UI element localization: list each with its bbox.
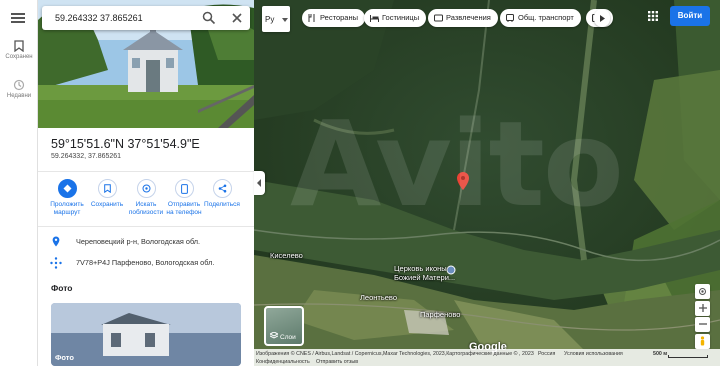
hotel-icon (370, 15, 379, 22)
region-text: Череповецкий р-н, Вологодская обл. (76, 237, 201, 246)
search-icon[interactable] (202, 11, 216, 25)
directions-button[interactable]: Проложить маршрут (47, 179, 87, 217)
my-location-icon (699, 288, 706, 295)
chip-restaurants-label: Рестораны (320, 13, 358, 22)
chevron-right-icon (600, 15, 605, 22)
map-label-kiselevo[interactable]: Киселево (270, 251, 303, 260)
divider (38, 171, 254, 172)
scale-label[interactable]: 500 м (653, 351, 667, 357)
chips-scroll-right[interactable] (594, 9, 610, 27)
share-button[interactable]: Поделиться (202, 179, 242, 209)
history-icon (13, 79, 25, 91)
photo-thumbnail[interactable]: Фото (51, 303, 241, 366)
search-input[interactable]: 59.264332 37.865261 (55, 13, 143, 23)
map-label-church-line2[interactable]: Божией Матери... (394, 273, 455, 282)
map-label-church-line1[interactable]: Церковь иконы (394, 264, 447, 273)
menu-icon[interactable] (11, 13, 25, 23)
chip-hotels-label: Гостиницы (382, 13, 420, 22)
share-label: Поделиться (204, 201, 240, 208)
nearby-button[interactable]: Искать поблизости (126, 179, 166, 217)
bookmark-icon (103, 184, 111, 193)
my-location-button[interactable] (695, 284, 710, 299)
left-rail: Сохранен Недавни (0, 0, 38, 366)
apps-grid-icon[interactable] (648, 11, 658, 21)
pluscode-text: 7V78+P4J Парфеново, Вологодская обл. (76, 258, 215, 267)
nearby-label: Искать поблизости (128, 201, 164, 216)
plus-code-icon (50, 257, 62, 269)
chip-transit-label: Общ. транспорт (518, 13, 574, 22)
chip-hotels[interactable]: Гостиницы (364, 9, 427, 27)
map-label-parfenovo[interactable]: Парфеново (420, 310, 460, 319)
country-link[interactable]: Россия (538, 351, 555, 357)
close-icon[interactable] (230, 11, 244, 25)
saved-rail-item[interactable]: Сохранен (0, 40, 38, 60)
signin-button[interactable]: Войти (670, 6, 710, 26)
chevron-down-icon (282, 18, 288, 22)
divider (38, 226, 254, 227)
chip-restaurants[interactable]: Рестораны (302, 9, 365, 27)
language-value: Ру (265, 15, 275, 24)
map-canvas[interactable]: Avito Киселево Церковь иконы Божией Мате… (254, 0, 720, 366)
pegman-button[interactable] (695, 334, 710, 349)
plus-icon (698, 304, 707, 312)
chip-entertainment-label: Развлечения (446, 13, 491, 22)
terms-link[interactable]: Условия использования (564, 351, 623, 357)
bookmark-icon (14, 40, 24, 52)
map-label-leontievo[interactable]: Леонтьево (360, 293, 397, 302)
photos-heading: Фото (51, 283, 73, 293)
phone-icon (180, 184, 188, 194)
share-icon (218, 184, 226, 193)
chip-entertainment[interactable]: Развлечения (428, 9, 498, 27)
location-pin-icon (52, 236, 60, 247)
save-button[interactable]: Сохранить (87, 179, 127, 209)
map-footer: Изображения © CNES / Airbus,Landsat / Co… (254, 349, 720, 366)
feedback-link[interactable]: Отправить отзыв (316, 359, 358, 365)
bus-icon (506, 14, 514, 22)
saved-rail-label: Сохранен (5, 54, 33, 60)
imagery-credits: Изображения © CNES / Airbus,Landsat / Co… (256, 351, 534, 357)
chevron-left-icon (257, 179, 261, 187)
scale-bar (668, 355, 708, 358)
chip-transit[interactable]: Общ. транспорт (500, 9, 581, 27)
zoom-in-button[interactable] (695, 301, 710, 316)
minus-icon (698, 323, 707, 325)
place-title: 59°15'51.6"N 37°51'54.9"E (51, 137, 200, 151)
search-box[interactable]: 59.264332 37.865261 (42, 6, 250, 30)
recent-rail-label: Недавни (6, 93, 32, 99)
layers-label: Слои (280, 334, 296, 341)
zoom-out-button[interactable] (695, 317, 710, 332)
place-panel: 59.264332 37.865261 59°15'51.6"N 37°51'5… (38, 0, 254, 366)
directions-icon (63, 184, 71, 193)
collapse-panel-button[interactable] (254, 171, 265, 195)
recent-rail-item[interactable]: Недавни (0, 79, 38, 99)
layers-icon (270, 332, 278, 339)
restaurant-icon (308, 14, 315, 22)
save-label: Сохранить (90, 201, 124, 208)
layers-button[interactable]: Слои (264, 306, 304, 346)
language-select[interactable]: Ру (262, 6, 290, 32)
ticket-icon (434, 14, 443, 22)
photo-caption: Фото (55, 353, 74, 362)
send-to-phone-button[interactable]: Отправить на телефон (164, 179, 204, 217)
photo-image (51, 303, 241, 366)
send-to-phone-label: Отправить на телефон (166, 201, 202, 216)
nearby-icon (142, 184, 150, 193)
place-decimal-coords[interactable]: 59.264332, 37.865261 (51, 153, 121, 160)
pegman-icon (700, 336, 705, 346)
directions-label: Проложить маршрут (50, 201, 84, 216)
privacy-link[interactable]: Конфиденциальность (256, 359, 310, 365)
avito-watermark: Avito (290, 95, 624, 233)
